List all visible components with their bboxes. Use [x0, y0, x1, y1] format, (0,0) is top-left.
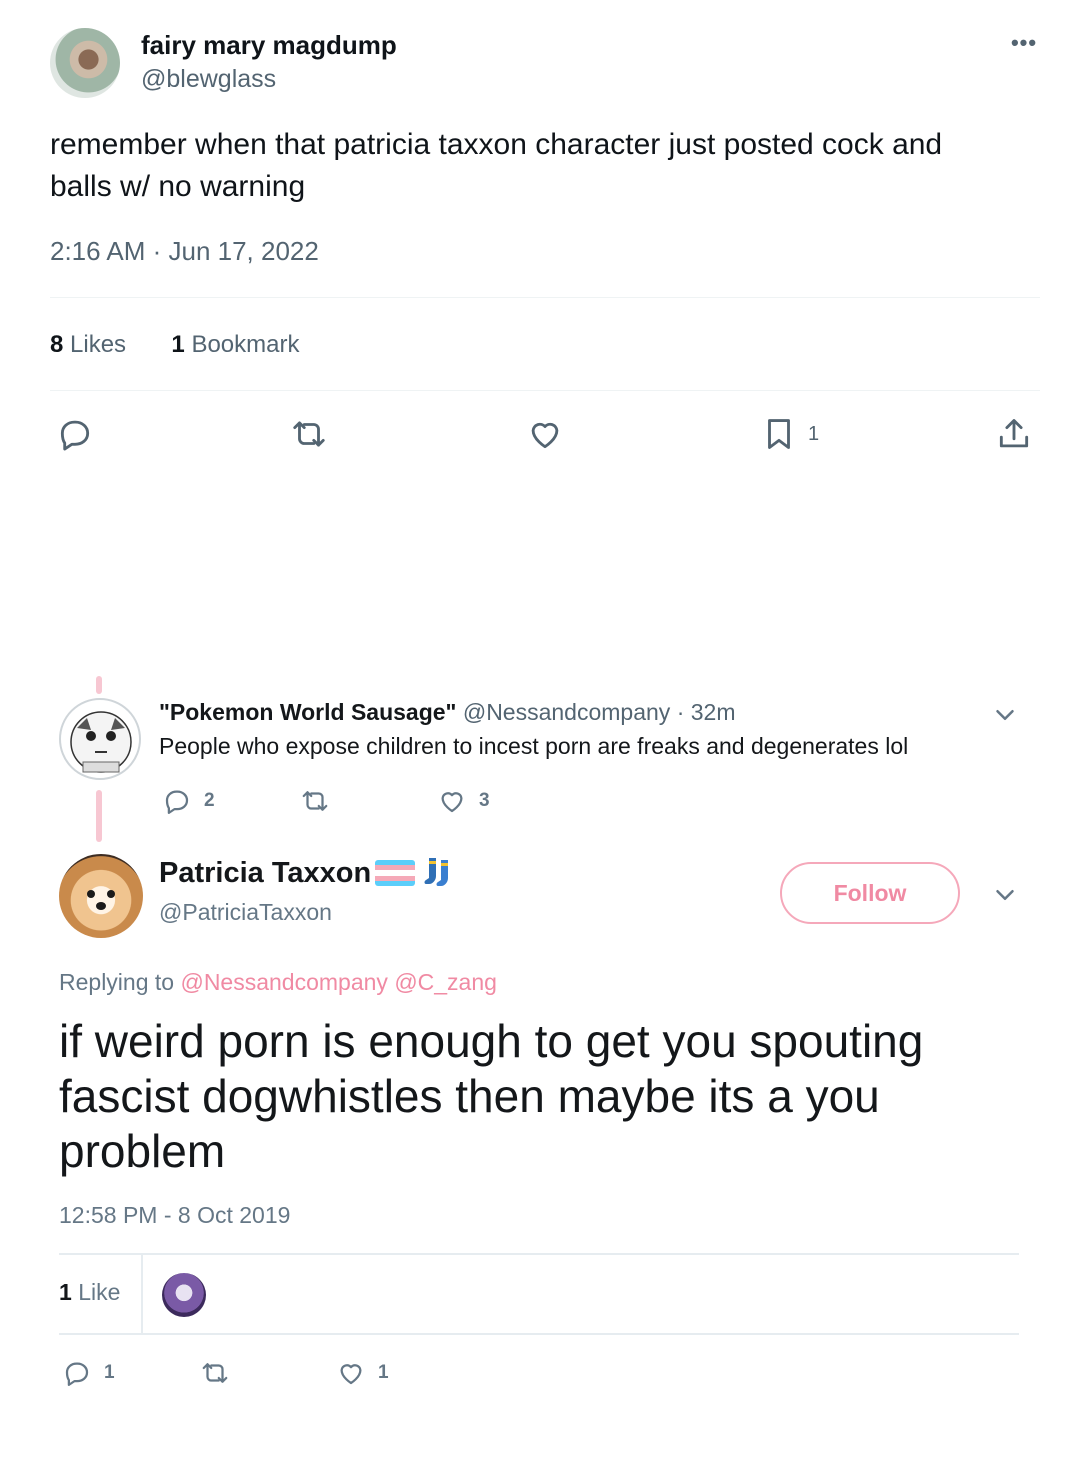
- heart-icon: [340, 1364, 362, 1385]
- bookmark-button[interactable]: 1: [760, 414, 819, 454]
- display-name-row: Patricia Taxxon: [159, 856, 455, 890]
- liker-avatar[interactable]: [162, 1273, 206, 1317]
- reply-icon: [165, 790, 189, 814]
- socks-icon: [424, 858, 449, 886]
- tweet-stats: 8 Likes 1 Bookmark: [50, 331, 299, 359]
- retweet-icon: [293, 421, 325, 447]
- likes-count[interactable]: 8: [50, 331, 63, 358]
- divider: [59, 1333, 1019, 1335]
- tweet-text: People who expose children to incest por…: [159, 733, 909, 759]
- more-icon[interactable]: •••: [1006, 30, 1042, 58]
- follow-button[interactable]: Follow: [780, 862, 960, 924]
- reply-header: "Pokemon World Sausage" @Nessandcompany …: [159, 699, 736, 726]
- reply-icon: [60, 420, 90, 451]
- reply-icon: [65, 1362, 89, 1386]
- like-button[interactable]: 3: [437, 786, 490, 816]
- separator: ·: [676, 699, 685, 725]
- reply-count: 2: [204, 790, 215, 811]
- divider: [141, 1255, 143, 1335]
- mention-link[interactable]: @Nessandcompany: [180, 969, 387, 995]
- heart-icon: [441, 792, 463, 813]
- user-handle[interactable]: @blewglass: [141, 65, 276, 94]
- chevron-down-icon[interactable]: [990, 700, 1020, 730]
- bookmarks-label: Bookmark: [191, 331, 300, 358]
- trans-flag-icon: [375, 860, 416, 886]
- tweet-age[interactable]: 32m: [691, 699, 736, 725]
- flag-stripe: [375, 880, 416, 886]
- replying-label: Replying to: [59, 969, 175, 995]
- display-name[interactable]: "Pokemon World Sausage": [159, 699, 456, 725]
- bookmark-icon: [768, 419, 790, 449]
- heart-icon: [531, 422, 559, 449]
- tweet-text: if weird porn is enough to get you spout…: [59, 1015, 924, 1177]
- divider: [50, 390, 1040, 391]
- user-handle[interactable]: @Nessandcompany: [463, 699, 670, 725]
- display-name[interactable]: fairy mary magdump: [141, 30, 397, 61]
- tweet-timestamp[interactable]: 2:16 AM · Jun 17, 2022: [50, 236, 319, 267]
- like-count: 3: [479, 790, 490, 811]
- chevron-down-icon[interactable]: [990, 880, 1020, 910]
- avatar-image: [70, 711, 132, 773]
- like-button[interactable]: 1: [336, 1358, 389, 1388]
- user-handle[interactable]: @PatriciaTaxxon: [159, 899, 332, 926]
- replying-to: Replying to @Nessandcompany @C_zang: [59, 969, 497, 996]
- display-name[interactable]: Patricia Taxxon: [159, 857, 371, 890]
- avatar[interactable]: [59, 854, 143, 938]
- reply-button[interactable]: 1: [62, 1358, 115, 1388]
- retweet-button[interactable]: [200, 1358, 230, 1388]
- bookmarks-count: 1: [171, 331, 185, 358]
- avatar-image: [87, 890, 115, 910]
- likes-stat[interactable]: 1 Like: [59, 1279, 120, 1306]
- likes-label: Like: [78, 1279, 121, 1305]
- reply-button[interactable]: 2: [162, 786, 215, 816]
- likes-count: 1: [59, 1279, 72, 1305]
- retweet-button[interactable]: [290, 414, 328, 454]
- like-count: 1: [378, 1362, 389, 1383]
- divider: [59, 1253, 1019, 1255]
- retweet-icon: [202, 1363, 228, 1383]
- reply-button[interactable]: [56, 414, 94, 454]
- mention-link[interactable]: @C_zang: [394, 969, 497, 995]
- tweet-text: remember when that patricia taxxon chara…: [50, 128, 943, 203]
- divider: [50, 297, 1040, 298]
- avatar[interactable]: [59, 698, 141, 780]
- bookmark-count: 1: [808, 422, 820, 445]
- avatar[interactable]: [50, 28, 120, 98]
- tweet-timestamp[interactable]: 12:58 PM - 8 Oct 2019: [59, 1202, 290, 1229]
- thread-line: [96, 676, 102, 694]
- retweet-button[interactable]: [300, 786, 330, 816]
- share-button[interactable]: [995, 414, 1033, 454]
- thread-line: [96, 790, 102, 842]
- reply-count: 1: [104, 1362, 115, 1383]
- like-button[interactable]: [526, 414, 564, 454]
- share-icon: [999, 419, 1029, 448]
- retweet-icon: [302, 791, 328, 811]
- likes-label[interactable]: Likes: [70, 331, 126, 358]
- tweet-card: fairy mary magdump @blewglass ••• rememb…: [0, 0, 1080, 470]
